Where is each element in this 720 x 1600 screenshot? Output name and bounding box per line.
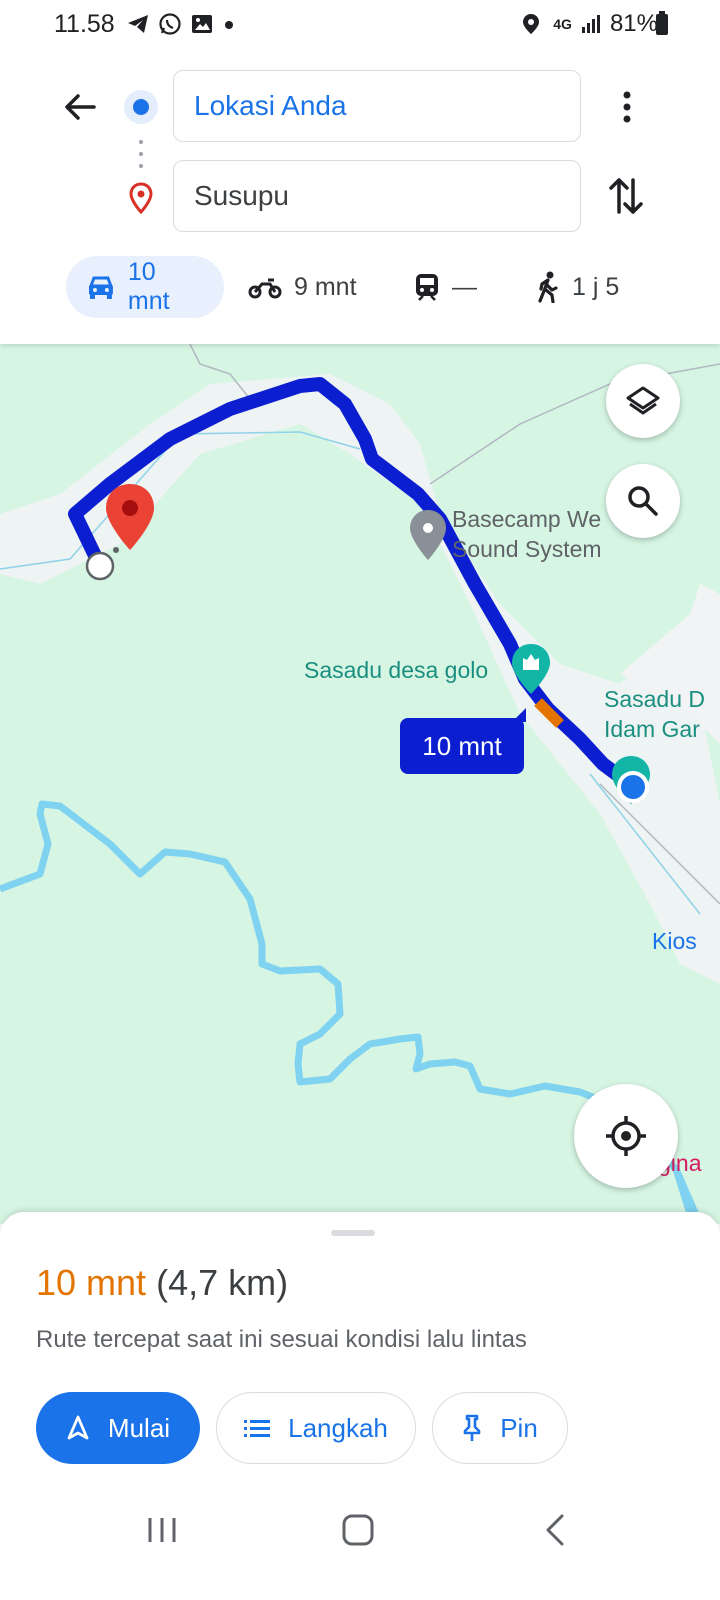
pin-button[interactable]: Pin bbox=[432, 1392, 568, 1464]
more-options-button[interactable] bbox=[612, 82, 642, 132]
route-distance: (4,7 km) bbox=[156, 1262, 289, 1303]
origin-input[interactable]: Lokasi Anda bbox=[173, 70, 581, 142]
poi-kios-label[interactable]: Kios bbox=[652, 926, 697, 956]
status-bar: 11.58 4G 81% bbox=[0, 0, 720, 52]
gallery-icon bbox=[192, 15, 212, 33]
poi-sasadu-d-label[interactable]: Sasadu D Idam Gar bbox=[604, 684, 705, 744]
mode-motorcycle-label: 9 mnt bbox=[294, 272, 357, 301]
layers-button[interactable] bbox=[606, 364, 680, 438]
walk-icon bbox=[538, 271, 558, 303]
car-icon bbox=[88, 276, 114, 299]
whatsapp-icon bbox=[159, 13, 181, 35]
more-vert-icon bbox=[623, 91, 631, 123]
home-button[interactable] bbox=[338, 1510, 378, 1550]
location-icon bbox=[523, 14, 540, 34]
battery-icon bbox=[656, 11, 668, 35]
search-icon bbox=[628, 486, 658, 516]
steps-button[interactable]: Langkah bbox=[216, 1392, 416, 1464]
crosshair-icon bbox=[606, 1116, 646, 1156]
destination-input[interactable]: Susupu bbox=[173, 160, 581, 232]
train-icon bbox=[416, 274, 438, 301]
route-summary: 10 mnt (4,7 km) bbox=[36, 1262, 288, 1304]
drag-handle[interactable] bbox=[331, 1230, 375, 1236]
mode-car-label: 10 mnt bbox=[127, 258, 170, 315]
map-search-button[interactable] bbox=[606, 464, 680, 538]
swap-vert-icon bbox=[609, 178, 643, 214]
system-nav-bar bbox=[0, 1484, 720, 1600]
mode-transit[interactable]: — bbox=[414, 256, 516, 318]
battery-level: 81% bbox=[609, 10, 658, 37]
back-button[interactable] bbox=[58, 85, 102, 129]
notification-icons bbox=[126, 12, 236, 36]
signal-icon bbox=[581, 15, 600, 33]
motorcycle-icon bbox=[248, 278, 282, 299]
destination-pin-icon bbox=[128, 182, 154, 215]
my-location-button[interactable] bbox=[574, 1084, 678, 1188]
status-time: 11.58 bbox=[54, 10, 115, 38]
poi-basecamp-label[interactable]: Basecamp We Sound System bbox=[452, 504, 602, 564]
mode-transit-label: — bbox=[452, 272, 477, 301]
dot-icon bbox=[225, 21, 233, 29]
swap-button[interactable] bbox=[604, 172, 648, 220]
system-status: 4G 81% bbox=[521, 10, 658, 38]
route-time-badge[interactable]: 10 mnt bbox=[400, 708, 526, 774]
route-actions: Mulai Langkah Pin bbox=[36, 1392, 568, 1464]
travel-modes: 10 mnt 9 mnt — 1 j 5 bbox=[66, 256, 619, 318]
route-duration: 10 mnt bbox=[36, 1262, 147, 1303]
start-button[interactable]: Mulai bbox=[36, 1392, 200, 1464]
origin-dot-icon bbox=[124, 90, 158, 124]
navigation-arrow-icon bbox=[67, 1415, 89, 1440]
system-back-button[interactable] bbox=[536, 1510, 576, 1550]
network-type: 4G bbox=[553, 16, 572, 32]
chevron-left-icon bbox=[546, 1514, 564, 1546]
recents-icon bbox=[148, 1518, 176, 1542]
route-description: Rute tercepat saat ini sesuai kondisi la… bbox=[36, 1326, 527, 1353]
list-icon bbox=[244, 1420, 271, 1437]
layers-icon bbox=[626, 386, 660, 415]
map-view[interactable]: Basecamp We Sound System Sasadu desa gol… bbox=[0, 344, 720, 1224]
pin-icon bbox=[463, 1414, 481, 1441]
poi-sasadu-golo-label[interactable]: Sasadu desa golo bbox=[304, 655, 488, 685]
connector-dots bbox=[139, 140, 143, 176]
mode-walk-label: 1 j 5 bbox=[572, 272, 620, 301]
directions-header: Lokasi Anda Susupu 10 mnt 9 mnt — 1 j 5 bbox=[0, 52, 720, 344]
mode-car[interactable]: 10 mnt bbox=[66, 256, 224, 318]
telegram-icon bbox=[128, 15, 148, 33]
arrow-left-icon bbox=[65, 94, 96, 120]
mode-motorcycle[interactable]: 9 mnt bbox=[248, 256, 392, 318]
mode-walk[interactable]: 1 j 5 bbox=[536, 256, 619, 318]
recent-apps-button[interactable] bbox=[142, 1510, 182, 1550]
home-icon bbox=[342, 1514, 374, 1546]
